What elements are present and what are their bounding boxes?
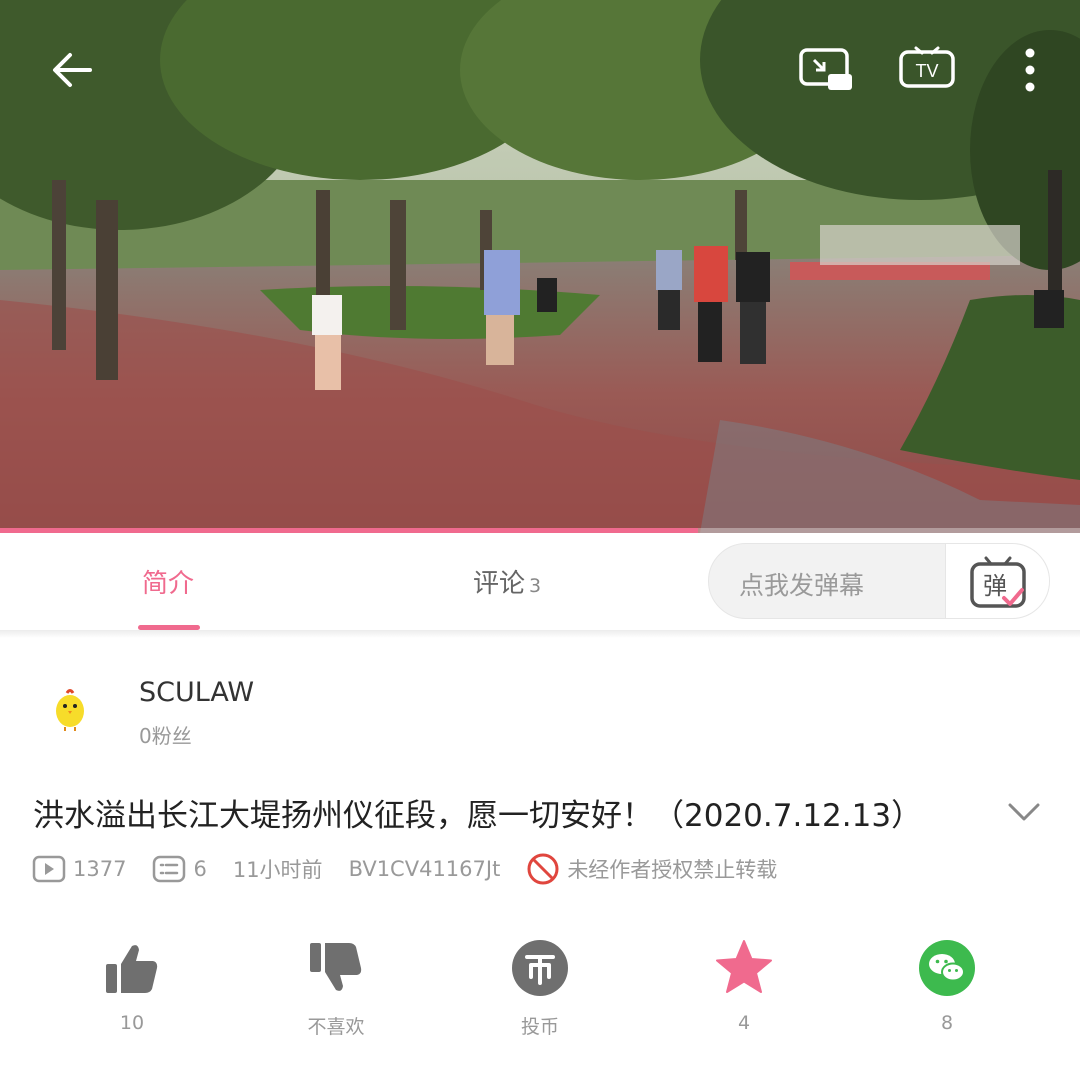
- favorite-button[interactable]: 4: [694, 938, 794, 1034]
- danmaku-count-value: 6: [193, 857, 207, 881]
- publish-time-value: 11小时前: [232, 858, 323, 882]
- danmaku-count: 6: [152, 855, 207, 883]
- wechat-icon: [919, 940, 975, 996]
- danmaku-placeholder: 点我发弹幕: [739, 571, 865, 600]
- svg-text:TV: TV: [915, 61, 938, 81]
- share-button[interactable]: 8: [897, 938, 997, 1034]
- coin-button[interactable]: 投币: [490, 938, 590, 1039]
- danmaku-tv-icon: 弹: [970, 556, 1026, 608]
- uploader-name[interactable]: SCULAW: [139, 677, 254, 708]
- yellow-chick-icon: [56, 689, 84, 731]
- star-icon: [716, 940, 772, 993]
- svg-text:弹: 弹: [983, 572, 1007, 600]
- more-icon: [1025, 48, 1035, 92]
- video-meta: 1377 6 11小时前 BV1CV41167Jt 未经作者授权禁止转载: [32, 852, 803, 886]
- coin-icon: [512, 940, 568, 996]
- thumbs-down-icon: [310, 943, 362, 991]
- tv-cast-icon: TV: [899, 46, 955, 88]
- favorite-count: 4: [737, 1012, 751, 1034]
- coin-label: 投币: [520, 1016, 559, 1038]
- more-button[interactable]: [1014, 44, 1046, 96]
- dislike-label: 不喜欢: [307, 1016, 365, 1038]
- tv-cast-button[interactable]: TV: [896, 44, 958, 96]
- expand-button[interactable]: [1004, 797, 1044, 827]
- danmaku-list-icon: [153, 855, 186, 883]
- no-repost-icon: [527, 853, 559, 885]
- view-count: 1377: [32, 855, 126, 883]
- back-arrow-icon: [53, 53, 92, 87]
- picture-in-picture-icon: [799, 48, 852, 90]
- dislike-button[interactable]: 不喜欢: [286, 938, 386, 1039]
- like-count: 10: [119, 1012, 145, 1034]
- pip-button[interactable]: [796, 44, 856, 96]
- back-button[interactable]: [44, 46, 100, 94]
- chevron-down-icon: [1008, 803, 1040, 821]
- tab-divider: [0, 630, 1080, 638]
- avatar[interactable]: [37, 675, 103, 741]
- copyright-notice: 未经作者授权禁止转载: [526, 852, 777, 886]
- view-count-value: 1377: [73, 857, 127, 881]
- tab-intro-label: 简介: [142, 569, 195, 599]
- comment-count: 3: [529, 575, 542, 597]
- tab-bar: 简介 评论 3 点我发弹幕 弹: [0, 533, 1080, 630]
- publish-time: 11小时前: [233, 854, 323, 884]
- fan-count: 0粉丝: [139, 724, 192, 748]
- danmaku-toggle-button[interactable]: 弹: [945, 544, 1049, 618]
- play-count-icon: [32, 855, 66, 883]
- bvid-value: BV1CV41167Jt: [348, 857, 501, 881]
- video-title: 洪水溢出长江大堤扬州仪征段，愿一切安好！（2020.7.12.13）: [33, 798, 923, 834]
- thumbs-up-icon: [106, 945, 158, 993]
- tab-comments[interactable]: 评论 3: [473, 563, 541, 600]
- tab-intro[interactable]: 简介: [142, 563, 194, 600]
- video-player[interactable]: TV: [0, 0, 1080, 533]
- like-button[interactable]: 10: [82, 938, 182, 1034]
- danmaku-input[interactable]: 点我发弹幕 弹: [708, 543, 1050, 619]
- copyright-text: 未经作者授权禁止转载: [567, 858, 778, 882]
- tab-comments-label: 评论: [473, 569, 526, 599]
- bvid[interactable]: BV1CV41167Jt: [349, 857, 501, 881]
- share-count: 8: [940, 1012, 954, 1034]
